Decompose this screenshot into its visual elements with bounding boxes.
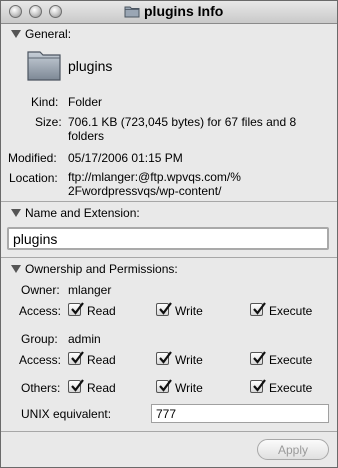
- size-value-line1: 706.1 KB (723,045 bytes) for 67 files an…: [68, 115, 297, 129]
- others-write-label: Write: [175, 381, 203, 395]
- name-extension-section-label: Name and Extension:: [25, 206, 140, 220]
- info-window: plugins Info General: plugins Kind: Fold…: [0, 0, 338, 468]
- group-value: admin: [68, 332, 101, 346]
- owner-execute-label: Execute: [269, 304, 313, 318]
- close-window-button[interactable]: [9, 5, 22, 18]
- item-name: plugins: [68, 58, 113, 74]
- others-read-label: Read: [87, 381, 116, 395]
- disclosure-triangle-icon: [11, 30, 21, 38]
- folder-icon: [124, 6, 140, 18]
- unix-equivalent-label: UNIX equivalent:: [21, 407, 112, 421]
- owner-value: mlanger: [68, 283, 112, 297]
- size-value-line2: folders: [68, 129, 105, 143]
- others-read-checkbox[interactable]: [68, 379, 84, 393]
- title-bar: plugins Info: [1, 1, 337, 24]
- owner-write-checkbox[interactable]: [156, 302, 172, 316]
- owner-label: Owner:: [21, 283, 60, 297]
- location-value-line2: 2Fwordpressvqs/wp-content/: [68, 184, 222, 198]
- section-divider: [1, 257, 337, 258]
- general-section-label: General:: [25, 27, 72, 41]
- kind-label: Kind:: [31, 95, 59, 109]
- others-execute-checkbox[interactable]: [250, 379, 266, 393]
- modified-label: Modified:: [8, 151, 57, 165]
- group-label: Group:: [21, 332, 58, 346]
- size-label: Size:: [35, 115, 62, 129]
- others-label: Others:: [21, 381, 61, 395]
- group-access-label: Access:: [19, 353, 62, 367]
- disclosure-triangle-icon: [11, 209, 21, 217]
- owner-access-label: Access:: [19, 304, 62, 318]
- others-execute-label: Execute: [269, 381, 313, 395]
- location-value-line1: ftp://mlanger:@ftp.wpvqs.com/%: [68, 170, 241, 184]
- unix-equivalent-field[interactable]: [151, 404, 329, 423]
- minimize-window-button[interactable]: [29, 5, 42, 18]
- group-read-label: Read: [87, 353, 116, 367]
- modified-value: 05/17/2006 01:15 PM: [68, 151, 183, 165]
- ownership-section-toggle[interactable]: Ownership and Permissions:: [1, 259, 337, 281]
- section-divider: [1, 201, 337, 202]
- group-execute-checkbox[interactable]: [250, 351, 266, 365]
- apply-button[interactable]: Apply: [257, 439, 329, 460]
- group-write-checkbox[interactable]: [156, 351, 172, 365]
- group-execute-label: Execute: [269, 353, 313, 367]
- others-write-checkbox[interactable]: [156, 379, 172, 393]
- location-label: Location:: [9, 171, 58, 185]
- owner-write-label: Write: [175, 304, 203, 318]
- owner-read-label: Read: [87, 304, 116, 318]
- ownership-section-label: Ownership and Permissions:: [25, 262, 178, 276]
- disclosure-triangle-icon: [11, 265, 21, 273]
- group-write-label: Write: [175, 353, 203, 367]
- window-title: plugins Info: [144, 3, 224, 19]
- section-divider: [1, 431, 337, 432]
- group-read-checkbox[interactable]: [68, 351, 84, 365]
- kind-value: Folder: [68, 95, 103, 109]
- general-section-toggle[interactable]: General:: [1, 24, 337, 46]
- name-field[interactable]: [7, 227, 329, 250]
- folder-icon: [27, 51, 61, 81]
- zoom-window-button[interactable]: [49, 5, 62, 18]
- name-extension-section-toggle[interactable]: Name and Extension:: [1, 203, 337, 225]
- owner-execute-checkbox[interactable]: [250, 302, 266, 316]
- owner-read-checkbox[interactable]: [68, 302, 84, 316]
